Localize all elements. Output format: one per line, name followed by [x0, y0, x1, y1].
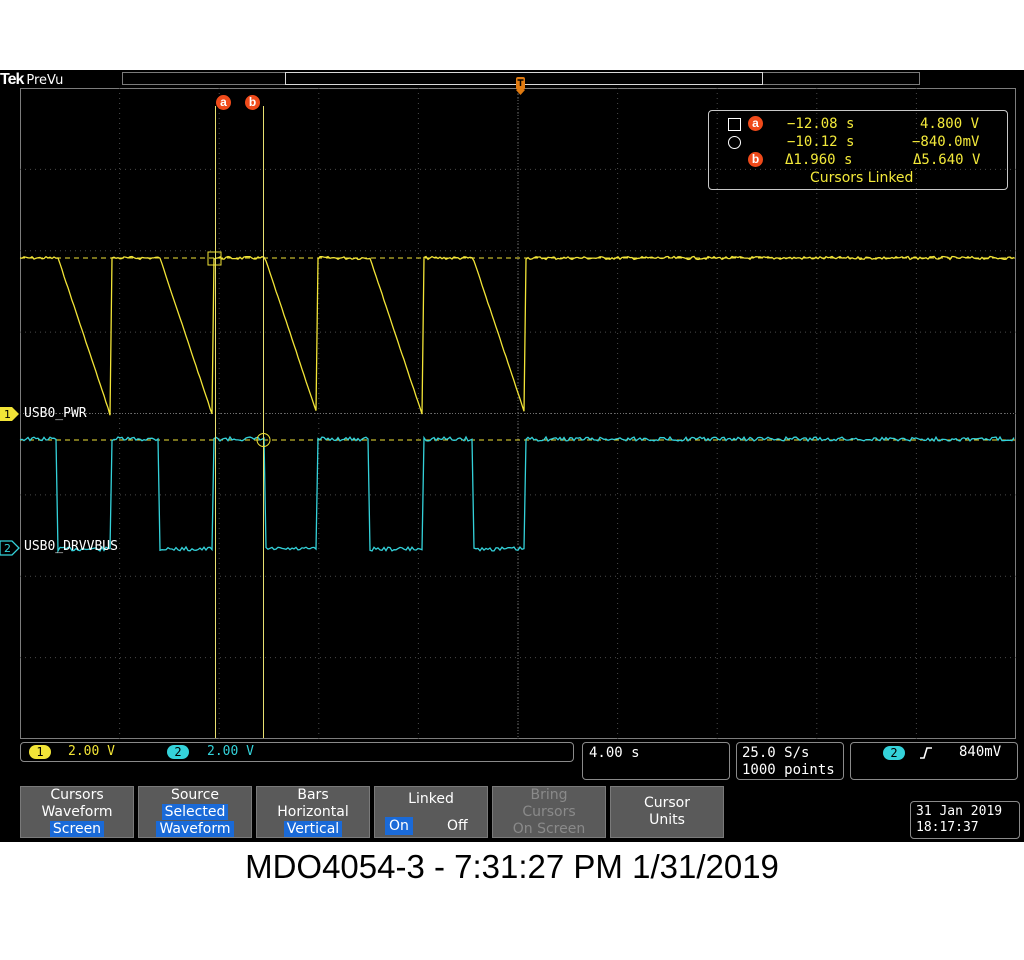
timebase-per-div: 4.00 s: [589, 745, 640, 761]
bring-line3: On Screen: [512, 821, 586, 837]
units-line2: Units: [649, 812, 685, 828]
trigger-position-marker: [516, 77, 525, 95]
ch1-waveform: [19, 255, 1015, 416]
delta-time: Δ1.960 s: [785, 152, 853, 168]
ch1-scale: 2.00 V: [68, 744, 115, 759]
trigger-status[interactable]: 2 840mV: [850, 742, 1018, 780]
datetime-display: 31 Jan 2019 18:17:37: [910, 801, 1020, 839]
ch2-waveform: [19, 435, 1015, 554]
bars-button[interactable]: Bars Horizontal Vertical: [256, 786, 370, 838]
circle-marker-icon: [728, 136, 741, 149]
bring-line2: Cursors: [522, 804, 576, 820]
linked-button[interactable]: Linked On Off: [374, 786, 488, 838]
cursors-linked-label: Cursors Linked: [810, 170, 914, 186]
ch2-marker[interactable]: 2: [0, 540, 20, 556]
oscilloscope-screen: TekPreVu a b 1 USB0_PWR 2 USB0_DRVVBUS: [0, 70, 1024, 842]
cursor-readout-panel: a −12.08 s 4.800 V −10.12 s −840.0mV b Δ…: [708, 110, 1008, 190]
bars-button-title: Bars: [297, 787, 329, 803]
bars-option-vertical: Vertical: [283, 821, 343, 837]
square-marker-icon: [728, 118, 741, 131]
ch1-label: USB0_PWR: [24, 406, 87, 421]
acquisition-status[interactable]: 25.0 S/s 1000 points: [736, 742, 844, 780]
ch1-marker-number: 1: [4, 408, 11, 421]
cursor-a-badge[interactable]: a: [216, 95, 231, 110]
sample-rate: 25.0 S/s: [742, 745, 810, 761]
ch2-label: USB0_DRVVBUS: [24, 539, 118, 554]
bars-option-horizontal: Horizontal: [277, 804, 349, 820]
cursors-button-title: Cursors: [50, 787, 104, 803]
linked-button-title: Linked: [408, 791, 454, 807]
cursors-option-screen: Screen: [49, 821, 105, 837]
ch1-status-chip: 1: [29, 745, 51, 759]
photo-caption: MDO4054-3 - 7:31:27 PM 1/31/2019: [245, 848, 779, 885]
source-button[interactable]: Source Selected Waveform: [138, 786, 252, 838]
cursor-a-value: 4.800 V: [920, 116, 980, 132]
bring-line1: Bring: [530, 787, 568, 803]
delta-value: Δ5.640 V: [913, 152, 981, 168]
cursor-b-badge[interactable]: b: [245, 95, 260, 110]
vertical-status-bar[interactable]: 1 2.00 V 2 2.00 V: [20, 742, 574, 762]
cursor-a-readout-badge: a: [748, 116, 763, 131]
date-label: 31 Jan 2019: [916, 804, 1003, 819]
source-selected-line2: Waveform: [156, 821, 234, 837]
source-selected-line1: Selected: [161, 804, 229, 820]
linked-option-on: On: [385, 817, 413, 835]
cursors-option-waveform: Waveform: [41, 804, 113, 820]
units-line1: Cursor: [643, 795, 691, 811]
timebase-status[interactable]: 4.00 s: [582, 742, 730, 780]
time-label: 18:17:37: [916, 820, 979, 835]
cursor-circle-time: −10.12 s: [787, 134, 855, 150]
cursor-a-time: −12.08 s: [787, 116, 855, 132]
cursor-units-button[interactable]: Cursor Units: [610, 786, 724, 838]
trigger-level: 840mV: [959, 744, 1002, 760]
bring-cursors-on-screen-button[interactable]: Bring Cursors On Screen: [492, 786, 606, 838]
ch2-scale: 2.00 V: [207, 744, 254, 759]
ch2-marker-number: 2: [4, 542, 11, 555]
record-length: 1000 points: [742, 762, 835, 778]
linked-option-off: Off: [447, 818, 468, 834]
source-button-title: Source: [170, 787, 220, 803]
trigger-source-chip: 2: [883, 746, 905, 760]
cursor-circle-value: −840.0mV: [912, 134, 980, 150]
ch1-marker[interactable]: 1: [0, 406, 20, 422]
cursor-b-readout-badge: b: [748, 152, 763, 167]
rising-edge-icon: [920, 747, 932, 759]
cursors-mode-button[interactable]: Cursors Waveform Screen: [20, 786, 134, 838]
ch2-status-chip: 2: [167, 745, 189, 759]
